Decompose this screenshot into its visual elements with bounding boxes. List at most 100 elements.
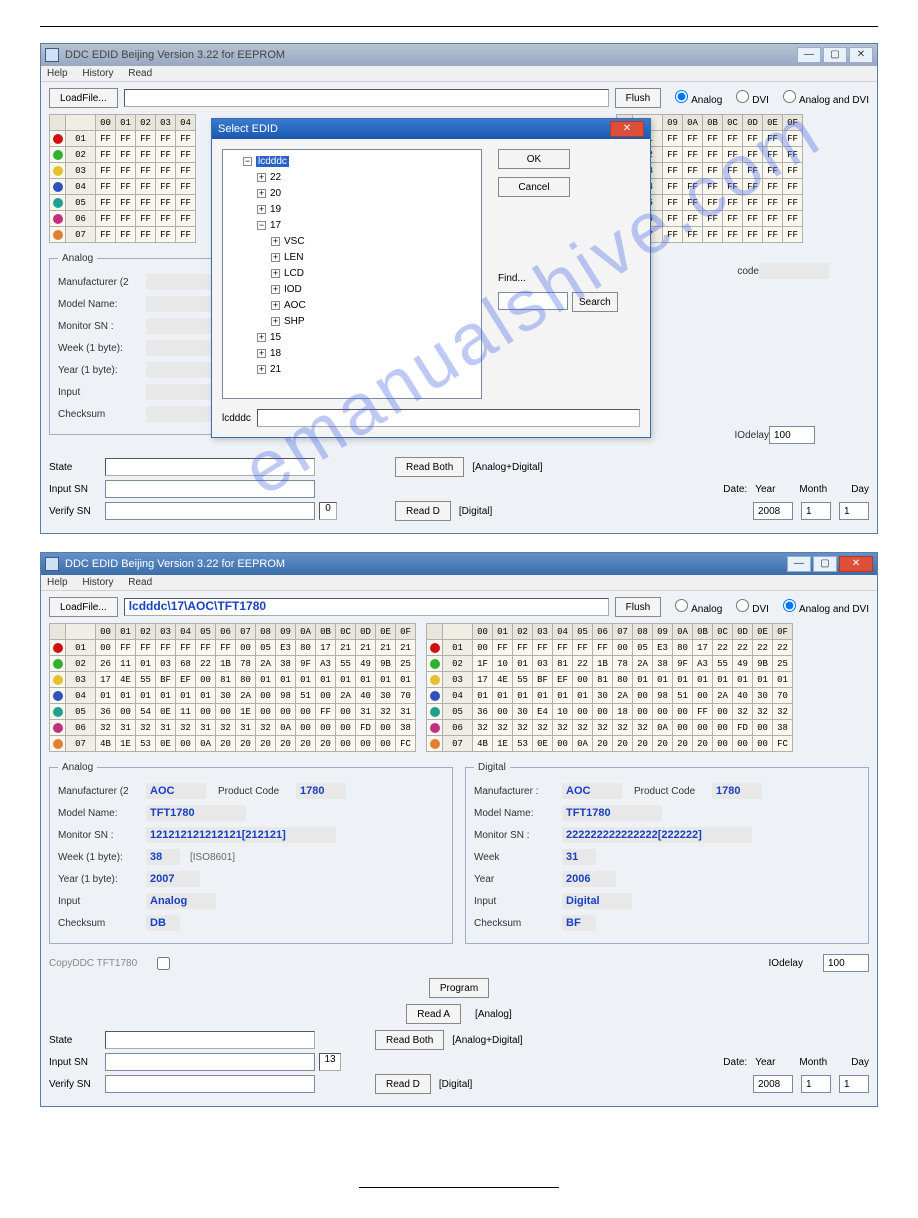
loadfile-path — [124, 89, 609, 107]
close-button[interactable]: ✕ — [849, 47, 873, 63]
tree-node[interactable]: AOC — [284, 300, 306, 311]
state-label: State — [49, 462, 105, 473]
tree-node[interactable]: LCD — [284, 268, 304, 279]
manufacturer-label: Manufacturer : — [474, 786, 562, 797]
verify-sn-count: 0 — [319, 502, 337, 520]
read-d-button[interactable]: Read D — [395, 501, 451, 521]
input-sn-count: 13 — [319, 1053, 341, 1071]
menu-read[interactable]: Read — [128, 577, 152, 588]
tree-node[interactable]: 15 — [270, 332, 281, 343]
state-value — [105, 1031, 315, 1049]
read-d-note: [Digital] — [459, 506, 492, 517]
tree-node[interactable]: 17 — [270, 220, 281, 231]
radio-both-label[interactable]: Analog and DVI — [775, 90, 869, 106]
date-year[interactable] — [753, 502, 793, 520]
radio-analog[interactable] — [675, 90, 688, 103]
dialog-close-button[interactable]: ✕ — [610, 121, 644, 137]
radio-analog-label[interactable]: Analog — [667, 599, 722, 615]
tree-node[interactable]: SHP — [284, 316, 305, 327]
dialog-titlebar: Select EDID ✕ — [212, 119, 650, 139]
code-value — [759, 263, 829, 279]
verify-sn-field[interactable] — [105, 1075, 315, 1093]
find-label: Find... — [498, 273, 608, 284]
window-title: DDC EDID Beijing Version 3.22 for EEPROM — [65, 558, 285, 570]
date-month[interactable] — [801, 502, 831, 520]
month-h: Month — [799, 1057, 827, 1068]
dialog-path-label: lcdddc — [222, 413, 251, 424]
tree-node[interactable]: VSC — [284, 236, 305, 247]
radio-analog-label[interactable]: Analog — [667, 90, 722, 106]
titlebar: DDC EDID Beijing Version 3.22 for EEPROM… — [41, 553, 877, 575]
monitor-sn-label: Monitor SN : — [58, 830, 146, 841]
radio-dvi-label[interactable]: DVI — [728, 599, 769, 615]
input-label: Input — [58, 896, 146, 907]
menu-history[interactable]: History — [82, 68, 113, 79]
tree-node[interactable]: 19 — [270, 204, 281, 215]
radio-both[interactable] — [783, 90, 796, 103]
maximize-button[interactable]: ▢ — [823, 47, 847, 63]
page-rule-top — [40, 26, 878, 27]
checksum-label: Checksum — [58, 918, 146, 929]
menu-help[interactable]: Help — [47, 68, 68, 79]
tree-node[interactable]: 20 — [270, 188, 281, 199]
date-day[interactable] — [839, 502, 869, 520]
analog-group: Analog Manufacturer (2AOCProduct Code178… — [49, 762, 453, 944]
date-day[interactable] — [839, 1075, 869, 1093]
radio-analog[interactable] — [675, 599, 688, 612]
iodelay-input[interactable] — [769, 426, 815, 444]
tree-root-node[interactable]: lcdddc — [256, 156, 289, 167]
menu-help[interactable]: Help — [47, 577, 68, 588]
find-input[interactable] — [498, 292, 568, 310]
verify-sn-field[interactable] — [105, 502, 315, 520]
app-window-bottom: DDC EDID Beijing Version 3.22 for EEPROM… — [40, 552, 878, 1107]
flush-button[interactable]: Flush — [615, 88, 661, 108]
loadfile-button[interactable]: LoadFile... — [49, 597, 118, 617]
radio-dvi-label[interactable]: DVI — [728, 90, 769, 106]
read-both-button[interactable]: Read Both — [375, 1030, 444, 1050]
window-title: DDC EDID Beijing Version 3.22 for EEPROM — [65, 49, 285, 61]
radio-dvi[interactable] — [736, 90, 749, 103]
tree-node[interactable]: LEN — [284, 252, 303, 263]
radio-both-label[interactable]: Analog and DVI — [775, 599, 869, 615]
tree-node[interactable]: 18 — [270, 348, 281, 359]
product-code-label: Product Code — [634, 786, 712, 797]
minimize-button[interactable]: — — [787, 556, 811, 572]
date-year[interactable] — [753, 1075, 793, 1093]
day-h: Day — [851, 484, 869, 495]
program-button[interactable]: Program — [429, 978, 489, 998]
year-value: 2006 — [562, 871, 616, 887]
minimize-button[interactable]: — — [797, 47, 821, 63]
month-h: Month — [799, 484, 827, 495]
date-month[interactable] — [801, 1075, 831, 1093]
titlebar: DDC EDID Beijing Version 3.22 for EEPROM… — [41, 44, 877, 66]
loadfile-button[interactable]: LoadFile... — [49, 88, 118, 108]
iodelay-input[interactable] — [823, 954, 869, 972]
search-button[interactable]: Search — [572, 292, 618, 312]
manufacturer-value: AOC — [146, 783, 206, 799]
input-sn-field[interactable] — [105, 480, 315, 498]
read-d-button[interactable]: Read D — [375, 1074, 431, 1094]
radio-both[interactable] — [783, 599, 796, 612]
iodelay-label: IOdelay — [719, 430, 769, 441]
manufacturer-label: Manufacturer (2 — [58, 786, 146, 797]
product-code-value: 1780 — [296, 783, 346, 799]
tree-node[interactable]: 21 — [270, 364, 281, 375]
read-a-button[interactable]: Read A — [406, 1004, 461, 1024]
tree-node[interactable]: IOD — [284, 284, 302, 295]
edid-tree[interactable]: −lcdddc+22+20+19−17+VSC+LEN+LCD+IOD+AOC+… — [222, 149, 482, 399]
copy-ddc-checkbox[interactable] — [157, 957, 170, 970]
flush-button[interactable]: Flush — [615, 597, 661, 617]
input-sn-field[interactable] — [105, 1053, 315, 1071]
maximize-button[interactable]: ▢ — [813, 556, 837, 572]
read-both-note: [Analog+Digital] — [472, 462, 542, 473]
iodelay-label: IOdelay — [769, 958, 803, 969]
input-value: Analog — [146, 893, 216, 909]
read-both-button[interactable]: Read Both — [395, 457, 464, 477]
dialog-ok-button[interactable]: OK — [498, 149, 570, 169]
menu-read[interactable]: Read — [128, 68, 152, 79]
close-button[interactable]: ✕ — [839, 556, 873, 572]
menu-history[interactable]: History — [82, 577, 113, 588]
tree-node[interactable]: 22 — [270, 172, 281, 183]
radio-dvi[interactable] — [736, 599, 749, 612]
dialog-cancel-button[interactable]: Cancel — [498, 177, 570, 197]
